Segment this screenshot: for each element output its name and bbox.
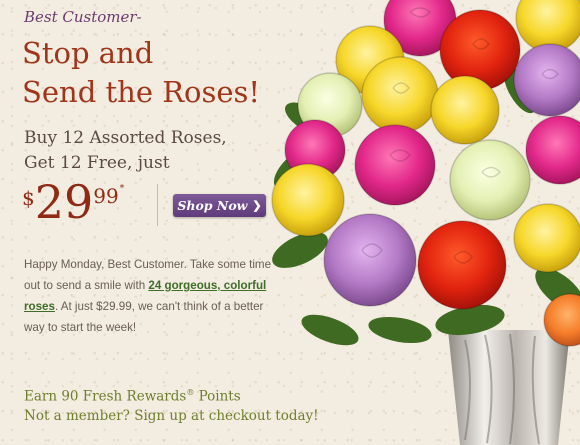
rose-bouquet-image: [271, 0, 580, 445]
price-cents: 99: [93, 184, 119, 208]
rewards-points-text: Points: [194, 388, 241, 405]
shop-now-label: Shop Now: [177, 198, 248, 213]
price-currency: $: [22, 186, 35, 210]
shop-now-button[interactable]: Shop Now ❯: [173, 194, 266, 217]
rewards-earn-text: Earn 90 Fresh Rewards: [24, 388, 187, 405]
body-copy: Happy Monday, Best Customer. Take some t…: [24, 254, 282, 338]
price-asterisk: *: [119, 184, 125, 194]
offer-subhead: Buy 12 Assorted Roses, Get 12 Free, just: [24, 126, 254, 176]
subhead-line-1: Buy 12 Assorted Roses,: [24, 128, 227, 148]
subhead-line-2: Get 12 Free, just: [24, 153, 170, 173]
price: $ 29 99 *: [22, 178, 124, 226]
chevron-right-icon: ❯: [252, 199, 262, 212]
price-dollars: 29: [34, 175, 94, 229]
price-divider: [157, 184, 158, 226]
greeting-eyebrow: Best Customer-: [24, 8, 142, 26]
body-text-part-2: . At just $29.99, we can't think of a be…: [24, 300, 264, 334]
